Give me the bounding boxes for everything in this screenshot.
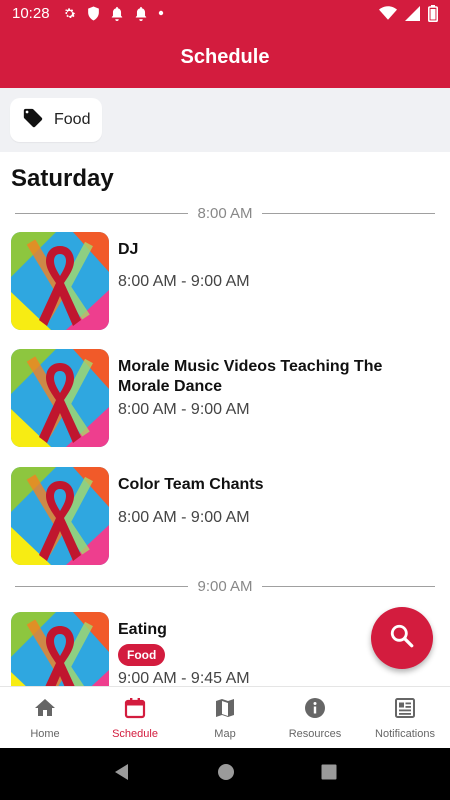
bell-icon: [110, 6, 124, 21]
nav-label: Notifications: [375, 727, 435, 740]
nav-home[interactable]: Home: [0, 687, 90, 748]
system-nav-bar: [0, 748, 450, 800]
filter-chip-label: Food: [54, 111, 91, 128]
nav-label: Schedule: [112, 727, 158, 740]
back-icon[interactable]: [113, 763, 131, 786]
day-heading: Saturday: [11, 165, 114, 192]
page-title: Schedule: [180, 45, 270, 68]
home-icon: [33, 696, 57, 723]
search-fab-button[interactable]: [371, 607, 433, 669]
event-time: 8:00 AM - 9:00 AM: [118, 509, 250, 526]
event-thumbnail: [11, 467, 109, 565]
nav-notifications[interactable]: Notifications: [360, 687, 450, 748]
event-name: Eating: [118, 621, 167, 638]
event-time: 8:00 AM - 9:00 AM: [118, 273, 250, 290]
schedule-list[interactable]: Saturday 8:00 AM DJ 8:00 AM - 9:00 AM Mo…: [0, 152, 450, 686]
filter-bar: Food: [0, 88, 450, 152]
bell-icon: [134, 6, 148, 21]
nav-label: Map: [214, 727, 236, 740]
nav-label: Resources: [288, 727, 342, 740]
food-tag-badge: Food: [118, 644, 166, 666]
settings-icon: [62, 6, 77, 21]
wifi-icon: [379, 6, 397, 20]
time-divider: 8:00 AM: [15, 203, 436, 223]
recents-icon[interactable]: [321, 764, 337, 785]
home-circle-icon[interactable]: [217, 763, 235, 786]
signal-icon: [405, 5, 420, 21]
shield-icon: [87, 6, 100, 21]
nav-schedule[interactable]: Schedule: [90, 687, 180, 748]
event-item[interactable]: Color Team Chants 8:00 AM - 9:00 AM: [11, 467, 431, 567]
nav-resources[interactable]: Resources: [270, 687, 360, 748]
bottom-nav: Home Schedule Map Resources Notification…: [0, 686, 450, 748]
info-icon: [303, 696, 327, 723]
nav-label: Home: [30, 727, 60, 740]
app-bar: Schedule: [0, 26, 450, 88]
event-name: Morale Music Videos Teaching The Morale …: [118, 358, 383, 395]
event-name: Color Team Chants: [118, 476, 264, 493]
time-divider-label: 9:00 AM: [197, 577, 253, 595]
event-item[interactable]: DJ 8:00 AM - 9:00 AM: [11, 232, 431, 332]
map-icon: [213, 696, 237, 723]
dot-icon: [158, 10, 164, 16]
event-name: DJ: [118, 241, 139, 258]
event-time: 9:00 AM - 9:45 AM: [118, 670, 250, 686]
status-time: 10:28: [12, 4, 50, 22]
event-item[interactable]: Eating Food 9:00 AM - 9:45 AM: [11, 612, 431, 686]
filter-chip-food[interactable]: Food: [10, 98, 103, 142]
event-thumbnail: [11, 612, 109, 686]
event-thumbnail: [11, 232, 109, 330]
time-divider-label: 8:00 AM: [197, 204, 253, 222]
calendar-icon: [123, 696, 147, 723]
time-divider: 9:00 AM: [15, 576, 436, 596]
battery-icon: [428, 4, 438, 22]
newspaper-icon: [393, 696, 417, 723]
status-bar: 10:28: [0, 0, 450, 26]
event-thumbnail: [11, 349, 109, 447]
event-item[interactable]: Morale Music Videos Teaching The Morale …: [11, 349, 431, 449]
nav-map[interactable]: Map: [180, 687, 270, 748]
tag-icon: [22, 107, 44, 134]
search-icon: [389, 623, 415, 654]
event-time: 8:00 AM - 9:00 AM: [118, 401, 250, 418]
